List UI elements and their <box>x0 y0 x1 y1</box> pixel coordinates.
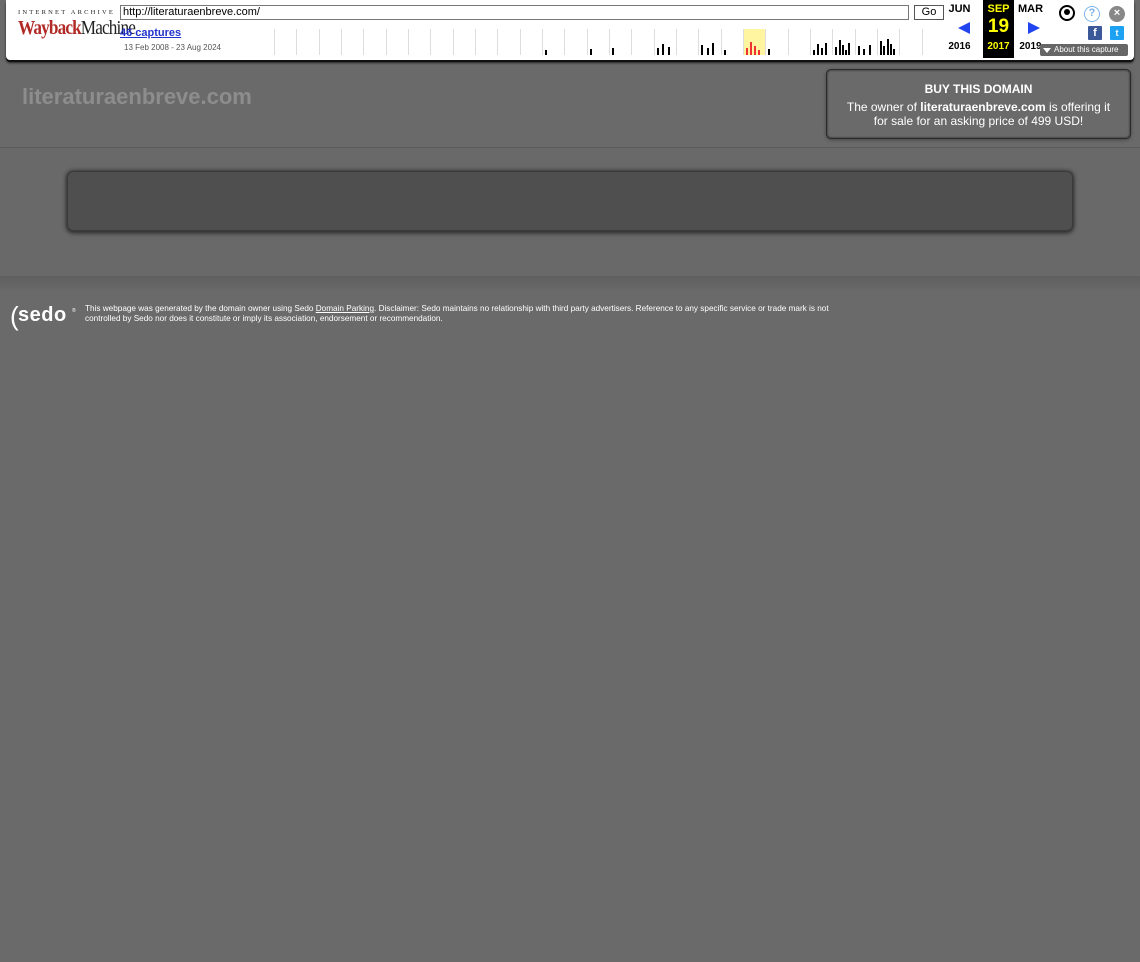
sparkline-bar <box>813 50 815 55</box>
sparkline-bar <box>712 43 715 55</box>
sparkline-year-2025[interactable] <box>921 29 944 55</box>
domain-parking-link[interactable]: Domain Parking <box>316 304 374 313</box>
sparkline-year-1999[interactable] <box>341 29 363 55</box>
about-capture-button[interactable]: About this capture <box>1040 44 1128 56</box>
prev-arrow-icon[interactable] <box>958 22 970 34</box>
disclaimer-text: This webpage was generated by the domain… <box>85 304 865 324</box>
sparkline-bar <box>662 44 665 55</box>
buy-domain-name: literaturaenbreve.com <box>920 100 1046 114</box>
sparkline-bar <box>746 47 748 55</box>
go-button[interactable]: Go <box>914 5 944 20</box>
wayback-logo[interactable]: INTERNET ARCHIVE WaybackMachine <box>18 9 136 45</box>
current-capture: SEP 19 2017 <box>983 0 1014 58</box>
sparkline-year-2019[interactable] <box>787 29 810 55</box>
sedo-registered-mark: ® <box>72 308 76 314</box>
sparkline-bar <box>857 46 860 55</box>
current-year: 2017 <box>987 41 1010 52</box>
sparkline-bar <box>845 50 848 55</box>
sparkline-bar <box>821 48 824 55</box>
sparkline-bar <box>768 48 771 55</box>
sparkline-year-2001[interactable] <box>385 29 408 55</box>
sparkline-year-2006[interactable] <box>497 29 519 55</box>
sparkline-bar <box>706 47 709 55</box>
sparkline-year-2009[interactable] <box>564 29 586 55</box>
capture-sparkline[interactable] <box>274 29 944 55</box>
sparkline-bar <box>889 44 892 55</box>
sparkline-bar <box>886 39 889 55</box>
current-month: SEP <box>987 3 1010 15</box>
sparkline-bar <box>667 47 670 55</box>
sparkline-bar <box>880 41 882 55</box>
sparkline-bar <box>723 50 726 55</box>
prev-month: JUN <box>948 3 971 15</box>
close-icon[interactable]: × <box>1109 6 1125 22</box>
sparkline-bar <box>848 43 851 55</box>
current-day: 19 <box>987 16 1010 37</box>
footer-shadow <box>0 276 1140 292</box>
sparkline-year-2004[interactable] <box>452 29 475 55</box>
sparkline-bar <box>838 40 841 55</box>
sedo-logo-word: sedo <box>18 304 67 326</box>
logo-internet-archive: INTERNET ARCHIVE <box>18 9 116 16</box>
sparkline-bar <box>893 49 896 55</box>
twitter-icon[interactable]: t <box>1110 26 1124 40</box>
captures-link[interactable]: 46 captures <box>120 27 181 39</box>
ad-container <box>67 171 1073 231</box>
sparkline-bar <box>825 42 828 55</box>
footer: ( sedo ® This webpage was generated by t… <box>0 276 1140 962</box>
sparkline-bar <box>701 44 704 55</box>
sparkline-bar <box>750 42 753 55</box>
buy-text-prefix: The owner of <box>846 100 921 114</box>
sparkline-bar <box>589 48 592 55</box>
sparkline-bar <box>612 48 614 55</box>
sparkline-bar <box>817 44 820 55</box>
sparkline-year-1998[interactable] <box>318 29 341 55</box>
prev-year[interactable]: 2016 <box>944 41 975 52</box>
sparkline-year-2005[interactable] <box>475 29 497 55</box>
sparkline-year-2003[interactable] <box>430 29 452 55</box>
sparkline-bar <box>835 47 838 55</box>
sparkline-year-1996[interactable] <box>274 29 296 55</box>
domain-title[interactable]: literaturaenbreve.com <box>22 84 252 110</box>
sparkline-year-2012[interactable] <box>631 29 653 55</box>
sparkline-bar <box>545 50 547 55</box>
capture-date-range: 13 Feb 2008 - 23 Aug 2024 <box>124 43 221 52</box>
sparkline-year-2024[interactable] <box>899 29 921 55</box>
sedo-logo[interactable]: ( sedo ® <box>10 303 80 333</box>
help-icon[interactable]: ? <box>1084 6 1100 22</box>
sparkline-year-1997[interactable] <box>296 29 318 55</box>
disclaimer-pre: This webpage was generated by the domain… <box>85 304 316 313</box>
buy-domain-text: The owner of literaturaenbreve.com is of… <box>839 100 1118 128</box>
wayback-toolbar-panel: INTERNET ARCHIVE WaybackMachine http://l… <box>6 0 1134 60</box>
wayback-toolbar: INTERNET ARCHIVE WaybackMachine http://l… <box>0 0 1140 64</box>
content-band <box>0 149 1140 275</box>
logo-word-wayback: Wayback <box>18 17 82 39</box>
sparkline-year-2007[interactable] <box>519 29 542 55</box>
sparkline-bar <box>656 48 659 55</box>
next-arrow-icon[interactable] <box>1028 22 1040 34</box>
logo-wayback-machine: WaybackMachine <box>18 17 136 39</box>
url-input[interactable]: http://literaturaenbreve.com/ <box>120 5 909 20</box>
sparkline-bar <box>883 46 886 55</box>
user-icon[interactable] <box>1059 5 1075 21</box>
sparkline-bar <box>758 50 761 55</box>
sparkline-bar <box>754 46 757 55</box>
buy-domain-box[interactable]: BUY THIS DOMAIN The owner of literaturae… <box>826 69 1131 139</box>
sparkline-year-2002[interactable] <box>408 29 430 55</box>
facebook-icon[interactable]: f <box>1088 26 1102 40</box>
next-month: MAR <box>1017 3 1044 15</box>
buy-domain-title: BUY THIS DOMAIN <box>924 82 1033 96</box>
sparkline-year-2014[interactable] <box>676 29 698 55</box>
sparkline-bar <box>868 45 871 55</box>
sparkline-bar <box>841 45 844 55</box>
capture-calendar: JUN 2016 SEP 19 2017 MAR 2019 <box>944 0 1044 58</box>
sparkline-year-2000[interactable] <box>363 29 385 55</box>
sparkline-bar <box>863 49 866 55</box>
